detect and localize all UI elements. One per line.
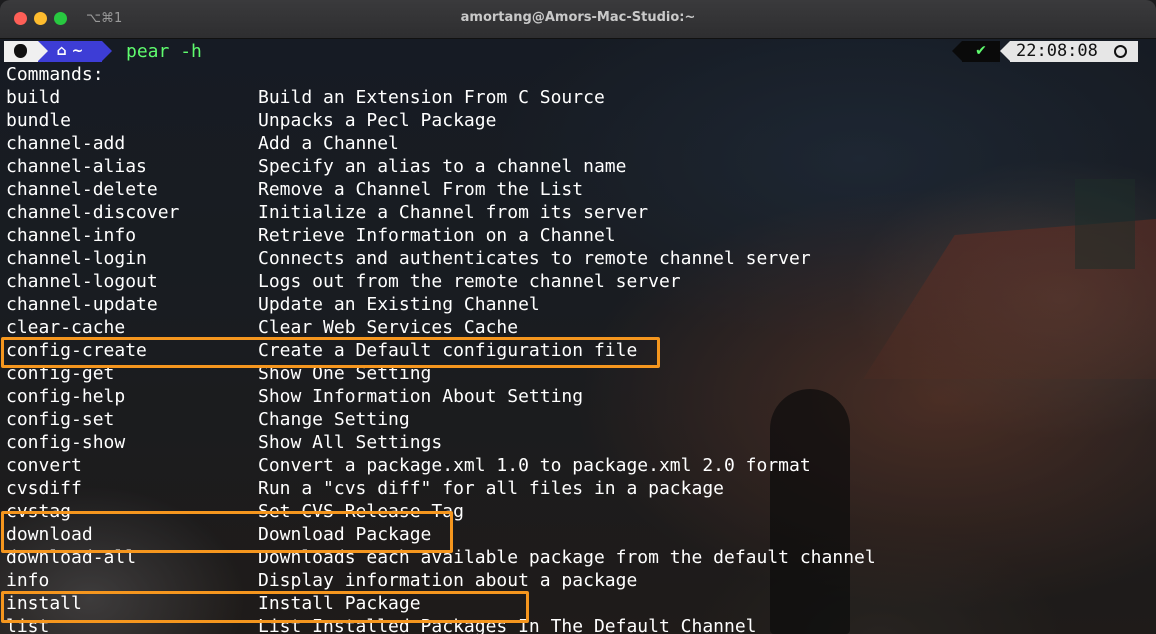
command-description-cell: Remove a Channel From the List: [258, 179, 584, 200]
command-description-cell: Build an Extension From C Source: [258, 87, 605, 108]
command-description-cell: Update an Existing Channel: [258, 294, 540, 315]
command-name-cell: cvsdiff: [6, 478, 82, 499]
terminal-area[interactable]: ⌂ ~ pear -h ✔ 22:08:08 Commands: build Bu…: [0, 39, 1156, 634]
command-name-cell: convert: [6, 455, 82, 476]
command-row: build Build an Extension From C Source: [6, 86, 1146, 109]
command-argument: -h: [180, 41, 202, 62]
command-description-cell: Convert a package.xml 1.0 to package.xml…: [258, 455, 811, 476]
command-name-cell: channel-discover: [6, 202, 180, 223]
command-description-cell: Logs out from the remote channel server: [258, 271, 681, 292]
command-description-cell: Specify an alias to a channel name: [258, 156, 627, 177]
highlight-install: [1, 591, 529, 623]
prompt-command: pear -h: [126, 40, 202, 63]
command-row: clear-cache Clear Web Services Cache: [6, 316, 1146, 339]
command-row: channel-login Connects and authenticates …: [6, 247, 1146, 270]
highlight-download: [1, 511, 453, 553]
command-row: info Display information about a package: [6, 569, 1146, 592]
command-name-cell: channel-alias: [6, 156, 147, 177]
command-name-cell: channel-delete: [6, 179, 158, 200]
command-name-cell: bundle: [6, 110, 72, 131]
command-name-cell: config-help: [6, 386, 126, 407]
prompt-separator-icon: [38, 41, 48, 61]
command-description-cell: Display information about a package: [258, 570, 638, 591]
title-bar: ⌥⌘1 amortang@Amors-Mac-Studio:~: [0, 0, 1156, 39]
command-name-cell: info: [6, 570, 50, 591]
prompt-separator-icon: [102, 41, 112, 61]
command-row: channel-info Retrieve Information on a Ch…: [6, 224, 1146, 247]
command-description-cell: Clear Web Services Cache: [258, 317, 519, 338]
command-row: config-set Change Setting: [6, 408, 1146, 431]
command-name-cell: config-show: [6, 432, 126, 453]
command-description-cell: Add a Channel: [258, 133, 399, 154]
command-name-cell: channel-login: [6, 248, 147, 269]
command-description-cell: Initialize a Channel from its server: [258, 202, 649, 223]
terminal-window: ⌥⌘1 amortang@Amors-Mac-Studio:~ ⌂ ~ pear…: [0, 0, 1156, 634]
status-separator-icon: [952, 41, 962, 61]
command-row: config-show Show All Settings: [6, 431, 1146, 454]
command-description-cell: Run a "cvs diff" for all files in a pack…: [258, 478, 724, 499]
command-description-cell: Change Setting: [258, 409, 410, 430]
command-row: channel-update Update an Existing Channel: [6, 293, 1146, 316]
command-row: bundle Unpacks a Pecl Package: [6, 109, 1146, 132]
command-description-cell: Show Information About Setting: [258, 386, 584, 407]
command-row: cvsdiff Run a "cvs diff" for all files in…: [6, 477, 1146, 500]
command-name-cell: channel-update: [6, 294, 158, 315]
command-name-cell: build: [6, 87, 61, 108]
command-name: pear: [126, 41, 170, 62]
command-description-cell: Unpacks a Pecl Package: [258, 110, 497, 131]
apple-icon: [14, 44, 27, 58]
command-name-cell: config-set: [6, 409, 115, 430]
prompt-line: ⌂ ~ pear -h ✔ 22:08:08: [0, 40, 1156, 63]
command-name-cell: channel-add: [6, 133, 126, 154]
success-check-icon: ✔: [962, 41, 1000, 62]
command-name-cell: clear-cache: [6, 317, 126, 338]
highlight-config-create: [1, 337, 660, 368]
command-description-cell: Retrieve Information on a Channel: [258, 225, 616, 246]
time-separator-icon: [1000, 41, 1010, 61]
command-row: channel-alias Specify an alias to a chann…: [6, 155, 1146, 178]
command-row: channel-discover Initialize a Channel fro…: [6, 201, 1146, 224]
command-row: config-help Show Information About Settin…: [6, 385, 1146, 408]
command-description-cell: Show All Settings: [258, 432, 443, 453]
command-row: channel-add Add a Channel: [6, 132, 1146, 155]
window-title: amortang@Amors-Mac-Studio:~: [460, 10, 696, 25]
command-name-cell: channel-info: [6, 225, 137, 246]
command-description-cell: Connects and authenticates to remote cha…: [258, 248, 811, 269]
command-row: convert Convert a package.xml 1.0 to pack…: [6, 454, 1146, 477]
command-row: channel-delete Remove a Channel From the …: [6, 178, 1146, 201]
command-row: channel-logout Logs out from the remote c…: [6, 270, 1146, 293]
command-name-cell: channel-logout: [6, 271, 158, 292]
clock-icon: [1114, 45, 1127, 58]
output-header: Commands:: [6, 64, 104, 85]
